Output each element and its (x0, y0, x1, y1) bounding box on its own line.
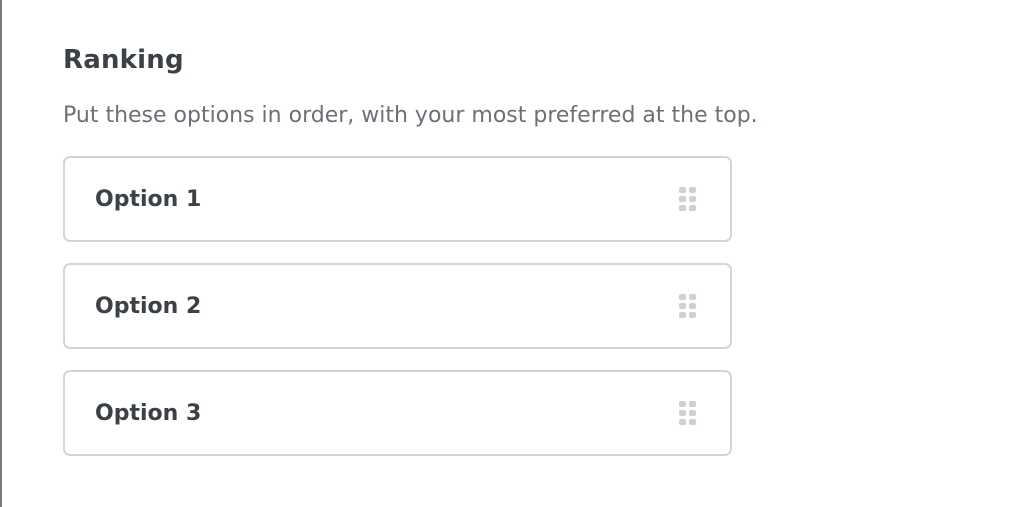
question-title: Ranking (63, 45, 184, 75)
ranking-option[interactable]: Option 3 (63, 370, 732, 456)
drag-handle-icon[interactable] (679, 187, 696, 211)
ranking-option-label: Option 1 (95, 186, 202, 212)
drag-handle-icon[interactable] (679, 401, 696, 425)
frame-border (0, 0, 2, 507)
ranking-option-label: Option 2 (95, 293, 202, 319)
ranking-options-list: Option 1 Option 2 Option 3 (63, 156, 732, 456)
ranking-option[interactable]: Option 1 (63, 156, 732, 242)
ranking-option-label: Option 3 (95, 400, 202, 426)
drag-handle-icon[interactable] (679, 294, 696, 318)
ranking-option[interactable]: Option 2 (63, 263, 732, 349)
ranking-question: Ranking Put these options in order, with… (63, 40, 963, 477)
question-description: Put these options in order, with your mo… (63, 103, 758, 128)
